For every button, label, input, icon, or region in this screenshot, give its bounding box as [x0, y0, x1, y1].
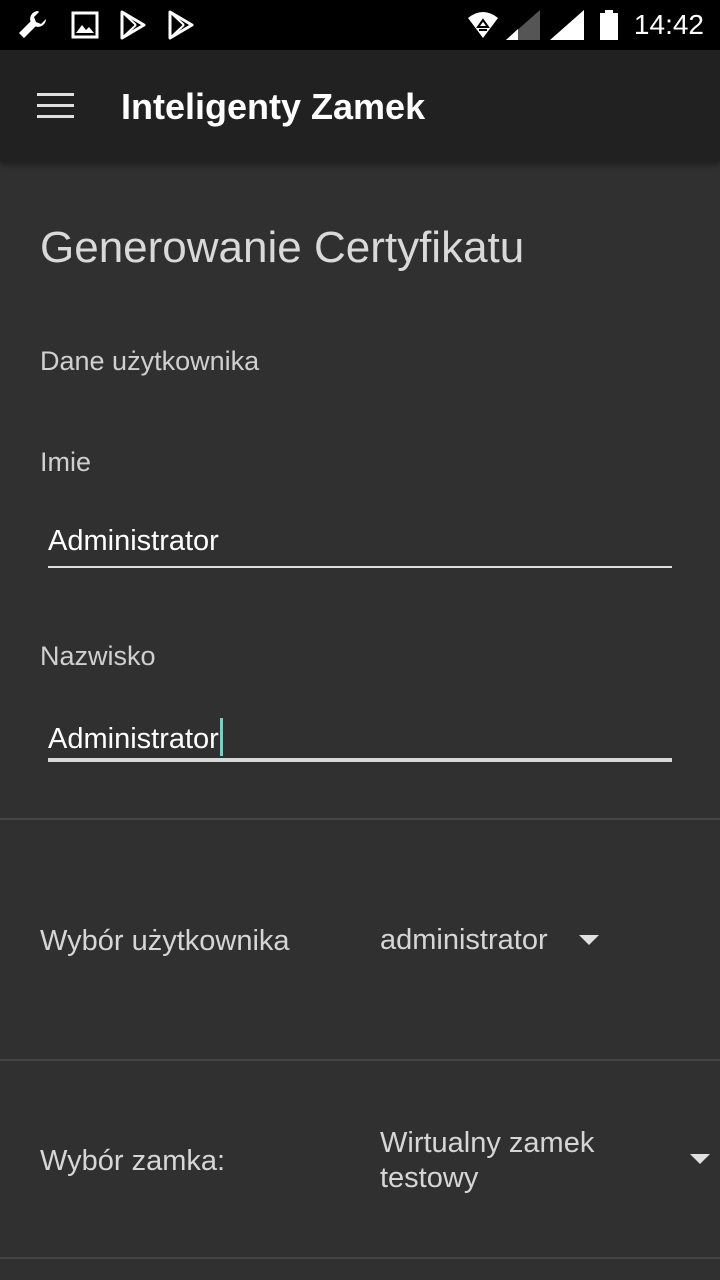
first-name-field[interactable]: Administrator	[48, 518, 672, 568]
play-store-icon	[120, 10, 146, 40]
lock-select-spinner[interactable]: Wirtualny zamek testowy	[380, 1126, 720, 1198]
first-name-value: Administrator	[48, 525, 219, 557]
signal-icon	[506, 10, 540, 40]
status-bar: 14:42	[0, 0, 720, 50]
divider	[0, 1257, 720, 1259]
dropdown-arrow-icon	[579, 935, 599, 945]
user-select-label: Wybór użytkownika	[40, 925, 290, 957]
last-name-value: Administrator	[48, 723, 219, 755]
app-title: Inteligenty Zamek	[121, 86, 426, 127]
text-cursor	[219, 718, 223, 756]
page-title: Generowanie Certyfikatu	[40, 223, 525, 272]
hamburger-menu-icon[interactable]	[36, 90, 76, 122]
signal-icon	[550, 10, 584, 40]
image-icon	[71, 11, 99, 39]
last-name-value-wrap: Administrator	[48, 718, 223, 756]
divider	[0, 1059, 720, 1061]
battery-icon	[600, 10, 618, 40]
divider	[0, 818, 720, 820]
first-name-label: Imie	[40, 447, 92, 477]
user-select-spinner[interactable]: administrator	[380, 923, 620, 963]
app-bar: Inteligenty Zamek	[0, 50, 720, 162]
user-select-value: administrator	[380, 924, 548, 956]
last-name-underline	[48, 758, 672, 762]
last-name-field[interactable]: Administrator	[48, 712, 672, 762]
status-time: 14:42	[633, 9, 704, 40]
last-name-label: Nazwisko	[40, 641, 156, 671]
lock-select-value: Wirtualny zamek testowy	[380, 1127, 595, 1194]
section-label-user-data: Dane użytkownika	[40, 346, 260, 376]
dropdown-arrow-icon	[690, 1154, 710, 1164]
play-store-icon	[168, 10, 194, 40]
lock-select-label: Wybór zamka:	[40, 1145, 226, 1177]
wifi-icon	[468, 12, 498, 38]
first-name-underline	[48, 566, 672, 568]
wrench-icon	[19, 11, 46, 38]
